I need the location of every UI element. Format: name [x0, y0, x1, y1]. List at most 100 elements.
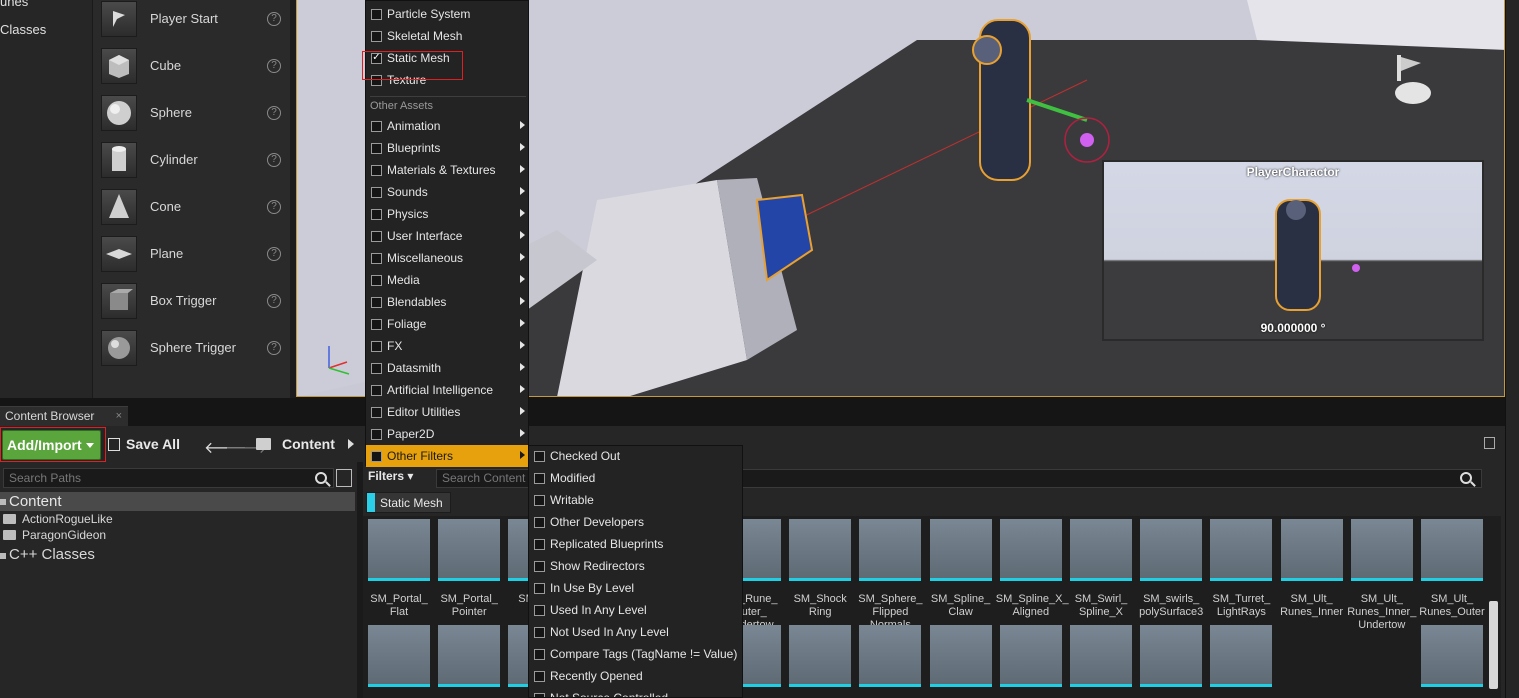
chevron-right-icon[interactable] [348, 439, 354, 449]
checkbox[interactable] [534, 560, 545, 572]
search-icon[interactable] [315, 472, 327, 484]
checkbox[interactable] [534, 582, 545, 594]
filter-option-replicated-blueprints[interactable]: Replicated Blueprints [529, 533, 742, 555]
asset-grid-scrollbar[interactable] [1489, 601, 1498, 689]
filter-option-other-developers[interactable]: Other Developers [529, 511, 742, 533]
asset-tile[interactable]: SM_Swirl_ Spline_X [1070, 519, 1132, 619]
checkbox[interactable] [371, 164, 382, 176]
tree-item-cpp-classes[interactable]: C++ Classes [0, 546, 95, 563]
active-filter-chip[interactable]: Static Mesh [366, 492, 451, 513]
asset-tile[interactable]: SM_Undertow [999, 625, 1062, 698]
menu-item-other-filters[interactable]: Other Filters [366, 445, 528, 467]
filter-option-used-in-any-level[interactable]: Used In Any Level [529, 599, 742, 621]
filter-option-recently-opened[interactable]: Recently Opened [529, 665, 742, 687]
filter-option-in-use-by-level[interactable]: In Use By Level [529, 577, 742, 599]
tree-item-content[interactable]: Content [0, 492, 355, 511]
checkbox[interactable] [371, 8, 382, 20]
help-icon[interactable]: ? [267, 293, 281, 308]
help-icon[interactable]: ? [267, 340, 281, 355]
asset-tile[interactable]: SM_Shock Ring [789, 519, 852, 619]
place-actor-player-start[interactable]: Player Start ? [93, 0, 291, 42]
tree-item-folder[interactable]: ActionRogueLike [3, 512, 113, 526]
checkbox[interactable] [371, 362, 382, 374]
menu-item-blueprints[interactable]: Blueprints [366, 137, 528, 159]
checkbox[interactable] [371, 274, 382, 286]
menu-item-blendables[interactable]: Blendables [366, 291, 528, 313]
help-icon[interactable]: ? [267, 11, 281, 26]
asset-tile[interactable]: SM_WaterFall [1421, 625, 1483, 698]
checkbox[interactable] [534, 604, 545, 616]
close-icon[interactable]: × [116, 407, 122, 425]
asset-tile[interactable]: SM_Ult_ Runes_Outer [1419, 519, 1485, 619]
menu-item-user-interface[interactable]: User Interface [366, 225, 528, 247]
place-actor-sphere-trigger[interactable]: Sphere Trigger ? [93, 324, 291, 371]
checkbox[interactable] [371, 450, 382, 462]
menu-item-foliage[interactable]: Foliage [366, 313, 528, 335]
place-actor-cylinder[interactable]: Cylinder ? [93, 136, 291, 183]
checkbox[interactable] [371, 318, 382, 330]
expand-icon[interactable] [0, 499, 6, 505]
menu-item-physics[interactable]: Physics [366, 203, 528, 225]
checkbox[interactable] [371, 384, 382, 396]
tree-item-folder[interactable]: ParagonGideon [3, 528, 106, 542]
asset-tile[interactable]: SM_Spline_X_ Aligned [996, 519, 1069, 619]
checkbox[interactable] [371, 406, 382, 418]
filter-option-show-redirectors[interactable]: Show Redirectors [529, 555, 742, 577]
asset-tile[interactable]: SM_Undertow [929, 625, 992, 698]
checkbox[interactable] [534, 472, 545, 484]
category-item[interactable]: Classes [0, 22, 46, 37]
help-icon[interactable]: ? [267, 199, 281, 214]
lock-icon[interactable] [1484, 437, 1495, 449]
checkbox[interactable] [371, 208, 382, 220]
asset-tile[interactable]: SM_Ult_ Runes_Inner [1280, 519, 1343, 619]
checkbox[interactable] [371, 252, 382, 264]
breadcrumb[interactable]: Content [282, 436, 335, 452]
checkbox[interactable] [534, 692, 545, 697]
checkbox[interactable] [534, 626, 545, 638]
asset-tile[interactable]: SM_Undertow [1140, 625, 1203, 698]
asset-tile[interactable]: SM_Ult_ Runes_Inner_ Undertow [1347, 519, 1416, 632]
filter-option-checked-out[interactable]: Checked Out [529, 446, 742, 467]
filters-dropdown-button[interactable]: Filters ▾ [368, 469, 413, 483]
place-actor-box-trigger[interactable]: Box Trigger ? [93, 277, 291, 324]
checkbox[interactable] [371, 120, 382, 132]
asset-tile[interactable]: SM_Ult_ [368, 625, 430, 698]
checkbox[interactable] [371, 142, 382, 154]
checkbox[interactable] [371, 296, 382, 308]
menu-item-artificial-intelligence[interactable]: Artificial Intelligence [366, 379, 528, 401]
menu-item-fx[interactable]: FX [366, 335, 528, 357]
filter-option-writable[interactable]: Writable [529, 489, 742, 511]
help-icon[interactable]: ? [267, 152, 281, 167]
filter-option-modified[interactable]: Modified [529, 467, 742, 489]
asset-tile[interactable]: SM_Spline_ Claw [929, 519, 992, 619]
menu-item-paper2d[interactable]: Paper2D [366, 423, 528, 445]
asset-tile[interactable]: SM_Portal_ Flat [368, 519, 430, 619]
asset-tile[interactable]: SM_Undertow [438, 625, 501, 698]
place-actor-plane[interactable]: Plane ? [93, 230, 291, 277]
path-options-icon[interactable] [336, 469, 352, 487]
filter-option-not-used-in-any-level[interactable]: Not Used In Any Level [529, 621, 742, 643]
search-icon[interactable] [1460, 472, 1472, 484]
save-all-button[interactable]: Save All [108, 436, 180, 452]
menu-item-media[interactable]: Media [366, 269, 528, 291]
place-actor-sphere[interactable]: Sphere ? [93, 89, 291, 136]
checkbox[interactable] [371, 340, 382, 352]
asset-tile[interactable]: SM_Sphere_ Flipped Normals [858, 519, 923, 632]
menu-item-sounds[interactable]: Sounds [366, 181, 528, 203]
search-paths-input[interactable]: Search Paths [3, 468, 334, 488]
menu-item-editor-utilities[interactable]: Editor Utilities [366, 401, 528, 423]
place-actor-cube[interactable]: Cube ? [93, 42, 291, 89]
checkbox[interactable] [371, 428, 382, 440]
help-icon[interactable]: ? [267, 58, 281, 73]
asset-tile[interactable]: SM_Turret_ LightRays [1210, 519, 1273, 619]
checkbox[interactable] [371, 186, 382, 198]
asset-tile[interactable]: SM_Undertow [859, 625, 922, 698]
menu-item-datasmith[interactable]: Datasmith [366, 357, 528, 379]
checkbox[interactable] [534, 670, 545, 682]
checkbox[interactable] [534, 648, 545, 660]
checkbox[interactable] [534, 538, 545, 550]
filter-option-not-source-controlled[interactable]: Not Source Controlled [529, 687, 742, 697]
filter-option-compare-tags-tagname-value[interactable]: Compare Tags (TagName != Value) [529, 643, 742, 665]
asset-tile[interactable]: SM_Portal_ Pointer [438, 519, 501, 619]
place-actor-cone[interactable]: Cone ? [93, 183, 291, 230]
